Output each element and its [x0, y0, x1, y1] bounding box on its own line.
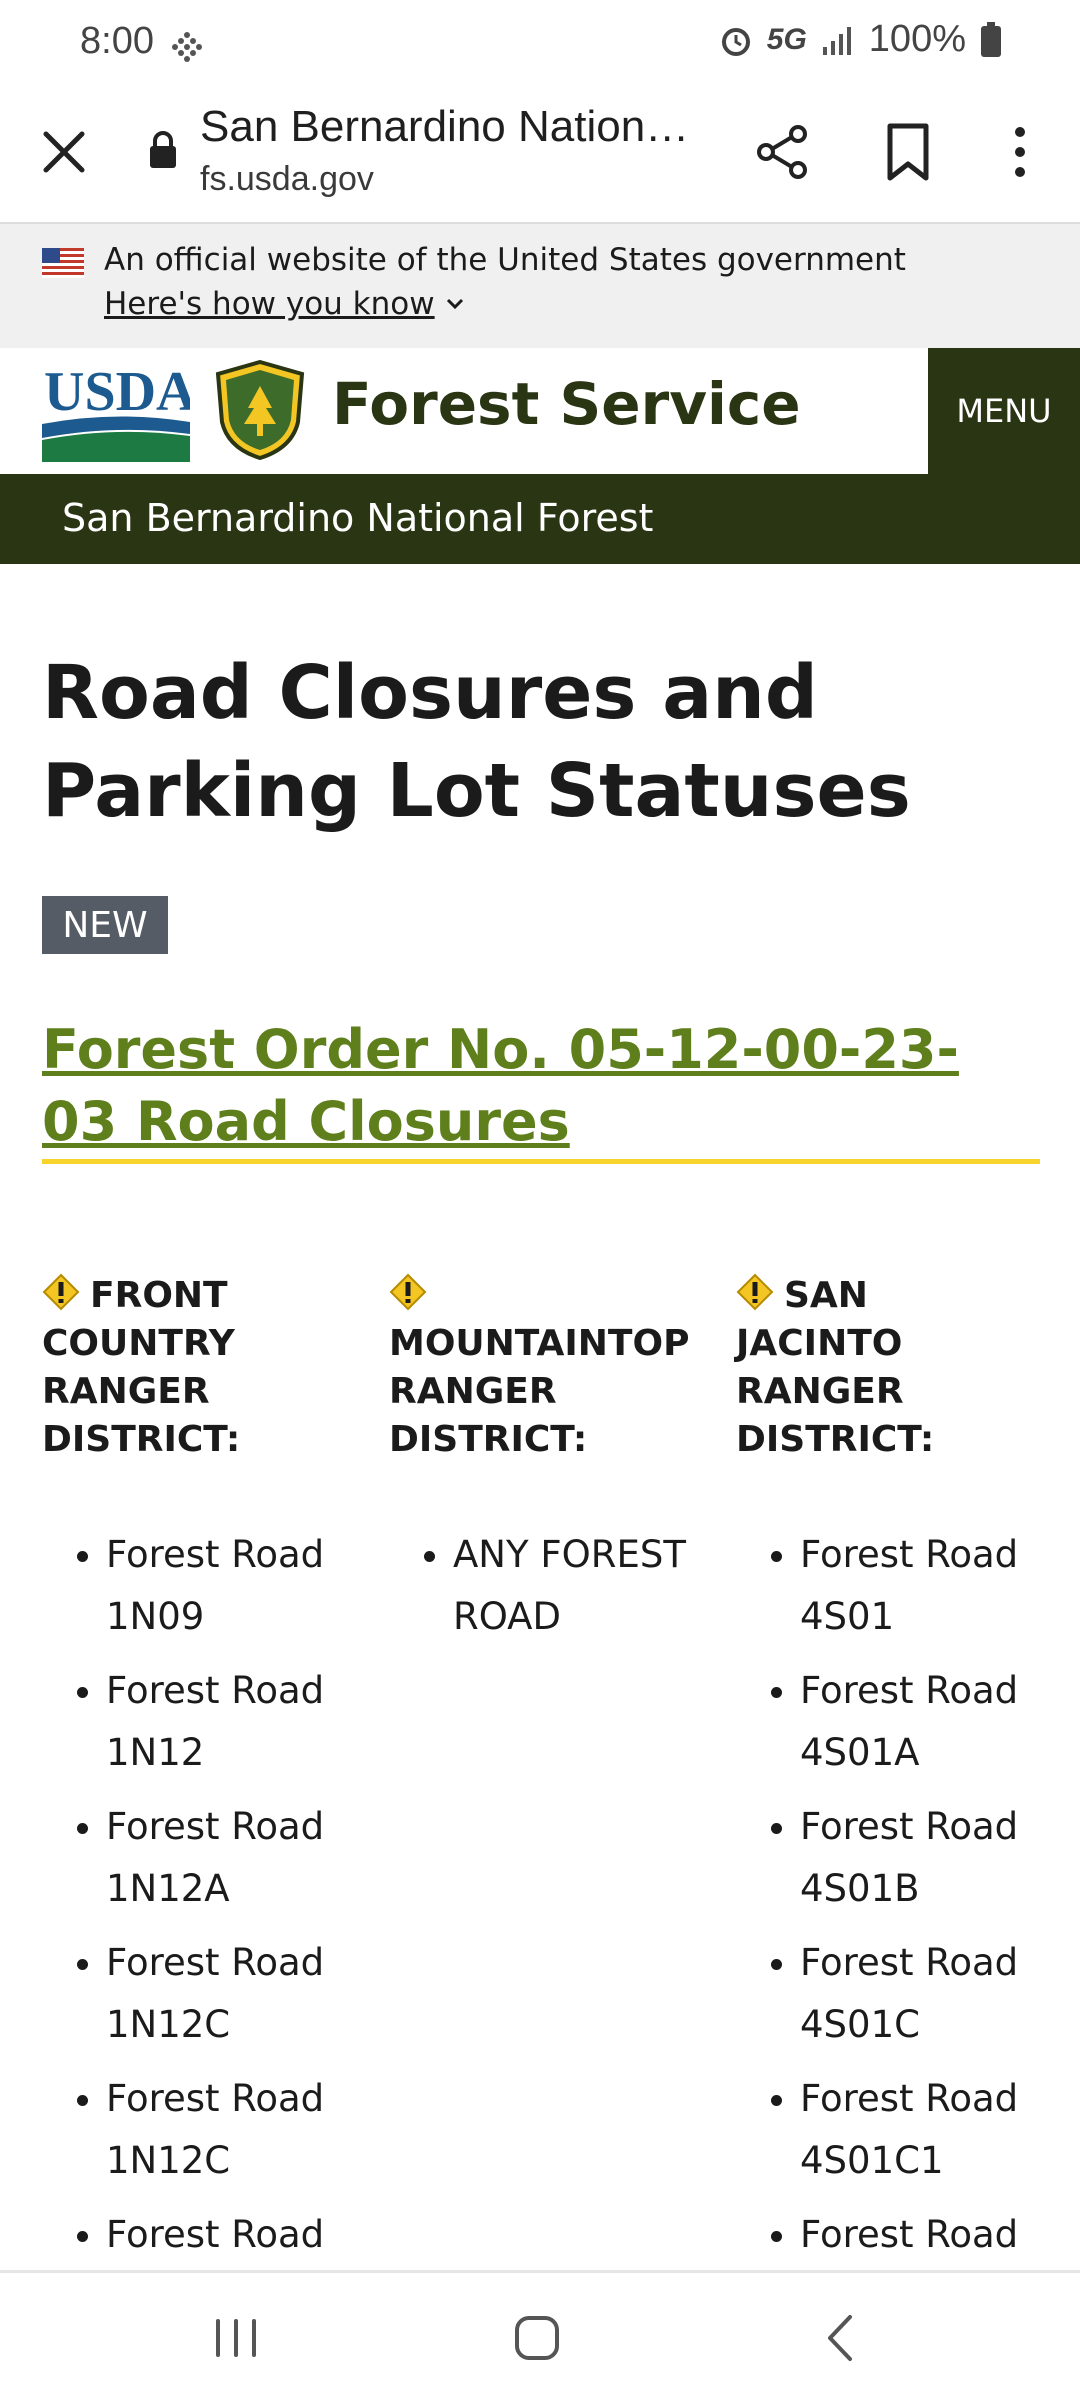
chevron-down-icon[interactable] [445, 297, 465, 311]
road-item: ANY FOREST ROAD [453, 1524, 689, 1648]
road-item: Forest Road 4S01C1 [800, 2068, 1036, 2192]
lock-icon [150, 131, 176, 168]
road-item: Forest Road [106, 2204, 342, 2266]
road-item: Forest Road 1N12A [106, 1796, 342, 1920]
new-badge: NEW [42, 896, 168, 954]
network-type: 5G [766, 22, 807, 56]
notification-dots-icon [172, 32, 202, 62]
more-options-icon[interactable] [1000, 122, 1040, 182]
page-heading: Road Closures and Parking Lot Statuses [42, 650, 911, 834]
system-navigation-bar [0, 2270, 1080, 2403]
battery-icon [981, 21, 1001, 57]
road-item: Forest Road 4S01B [800, 1796, 1036, 1920]
forest-name-band: San Bernardino National Forest [0, 474, 1080, 564]
site-name[interactable]: Forest Service [332, 370, 801, 438]
road-list: ANY FOREST ROAD [389, 1524, 689, 1648]
road-list: Forest Road 4S01 Forest Road 4S01A Fores… [736, 1524, 1036, 2328]
back-icon[interactable] [820, 2311, 860, 2365]
page-title[interactable]: San Bernardino Nation… [200, 102, 689, 152]
road-item: Forest Road 4S01C [800, 1932, 1036, 2056]
road-item: Forest Road 4S01A [800, 1660, 1036, 1784]
share-icon[interactable] [752, 122, 812, 182]
road-item: Forest Road 1N12 [106, 1660, 342, 1784]
warning-icon [736, 1273, 774, 1311]
district-name: MOUNTAINTOP RANGER DISTRICT: [389, 1323, 690, 1460]
warning-icon [389, 1273, 427, 1311]
url-text[interactable]: fs.usda.gov [200, 160, 374, 199]
forest-service-shield-logo[interactable] [214, 360, 306, 460]
how-you-know-label[interactable]: Here's how you know [104, 286, 435, 322]
us-flag-icon [42, 248, 84, 278]
menu-button[interactable]: MENU [928, 348, 1080, 474]
road-item: Forest Road 1N12C [106, 2068, 342, 2192]
close-icon[interactable] [38, 126, 90, 178]
district-column-san-jacinto: SAN JACINTO RANGER DISTRICT: Forest Road… [736, 1272, 1036, 2340]
home-icon[interactable] [512, 2313, 562, 2363]
district-heading: FRONT COUNTRY RANGER DISTRICT: [42, 1272, 342, 1464]
official-site-text: An official website of the United States… [104, 242, 906, 278]
bookmark-icon[interactable] [880, 122, 936, 182]
warning-icon [42, 1273, 80, 1311]
road-item: Forest Road 1N12C [106, 1932, 342, 2056]
gov-banner: An official website of the United States… [0, 224, 1080, 348]
how-you-know-link[interactable]: Here's how you know [104, 286, 465, 322]
site-header: USDA Forest Service MENU [0, 348, 1080, 474]
district-heading: MOUNTAINTOP RANGER DISTRICT: [389, 1272, 689, 1464]
status-bar: 8:00 5G 100% [0, 0, 1080, 88]
district-column-mountaintop: MOUNTAINTOP RANGER DISTRICT: ANY FOREST … [389, 1272, 689, 1660]
alarm-icon [721, 27, 750, 56]
usda-logo[interactable]: USDA [42, 362, 190, 462]
recent-apps-icon[interactable] [212, 2315, 260, 2361]
district-heading: SAN JACINTO RANGER DISTRICT: [736, 1272, 1036, 1464]
district-column-front-country: FRONT COUNTRY RANGER DISTRICT: Forest Ro… [42, 1272, 342, 2278]
status-time: 8:00 [80, 20, 154, 62]
road-list: Forest Road 1N09 Forest Road 1N12 Forest… [42, 1524, 342, 2266]
browser-toolbar: San Bernardino Nation… fs.usda.gov [0, 88, 1080, 224]
accent-divider [42, 1159, 1040, 1164]
signal-icon [822, 26, 851, 55]
forest-name[interactable]: San Bernardino National Forest [62, 496, 653, 540]
road-item: Forest Road 4S01 [800, 1524, 1036, 1648]
battery-percent: 100% [868, 18, 966, 60]
road-item: Forest Road 1N09 [106, 1524, 342, 1648]
forest-order-link[interactable]: Forest Order No. 05-12-00-23-03 Road Clo… [42, 1014, 1002, 1158]
svg-text:USDA: USDA [44, 362, 190, 423]
